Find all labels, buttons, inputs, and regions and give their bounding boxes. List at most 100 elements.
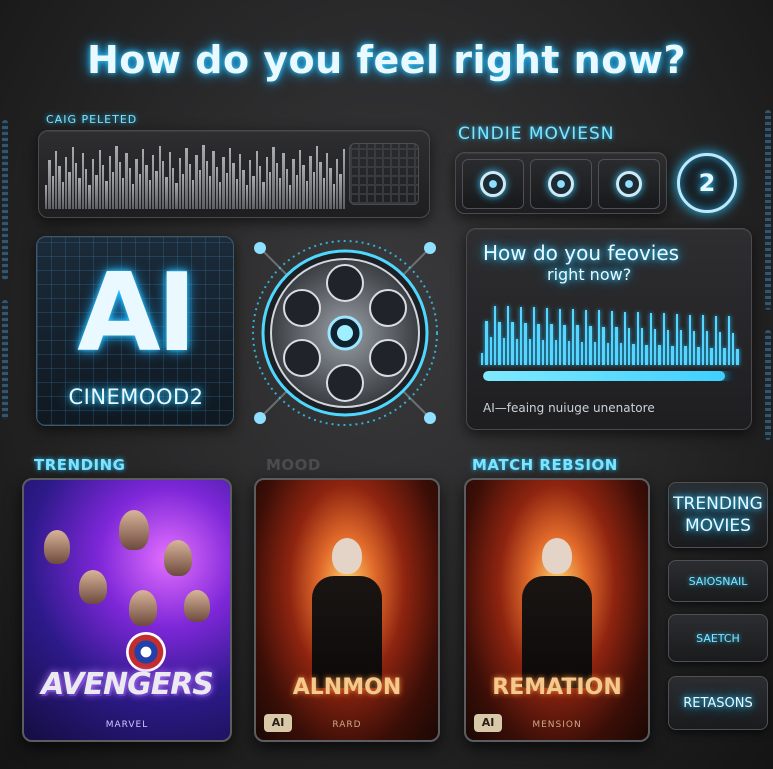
mood-progress-bar[interactable] [483, 371, 735, 381]
status-bar [195, 154, 198, 209]
status-bar [148, 180, 151, 209]
film-reel-icon [240, 228, 450, 438]
wave-bar [597, 310, 601, 365]
status-bar [108, 155, 111, 209]
status-bar [128, 168, 131, 209]
wave-bar [736, 348, 739, 365]
status-bar [158, 145, 162, 209]
watch-button[interactable]: SAETCH [668, 614, 768, 662]
ring-icon [480, 171, 506, 197]
status-bar [245, 185, 248, 209]
wave-bar [593, 342, 596, 365]
status-bar [188, 164, 192, 209]
status-bar [212, 151, 215, 209]
save-button[interactable]: SAIOSNAIL [668, 560, 768, 602]
status-bar [232, 163, 235, 209]
feel-caption: AI—feaing nuiuge unenatore [483, 401, 655, 415]
status-bar [68, 172, 71, 209]
status-bar [55, 150, 58, 209]
status-bar [252, 175, 255, 209]
status-panel [38, 130, 430, 218]
status-bar [162, 161, 165, 209]
status-bar [192, 179, 195, 209]
figure-silhouette [522, 538, 592, 688]
wave-bar [723, 348, 726, 365]
wave-bar [541, 339, 544, 365]
status-bar [319, 162, 322, 209]
status-bars [45, 141, 345, 209]
hero-group-illustration [24, 500, 230, 672]
logo-panel: AI CINEMOOD2 [36, 236, 234, 426]
card-title: AVENGERS [41, 667, 214, 702]
wave-bar [714, 315, 718, 365]
wave-bar [710, 347, 713, 365]
wave-bar [550, 324, 553, 365]
wave-bar [489, 337, 492, 365]
status-bar [282, 153, 285, 209]
wave-bar [528, 339, 531, 365]
figure-silhouette [312, 538, 382, 688]
wave-bar [580, 341, 583, 365]
status-bar [45, 185, 48, 209]
wave-bar [649, 312, 653, 365]
status-bar [115, 146, 118, 209]
reasons-button[interactable]: RETASONS [668, 676, 768, 730]
logo-mark: AI [77, 251, 197, 376]
shield-icon [126, 632, 166, 672]
ring-icon [548, 171, 574, 197]
feel-subtitle: right now? [547, 265, 632, 284]
status-bar [202, 145, 205, 209]
trending-movies-button[interactable]: TRENDING MOVIES [668, 482, 768, 548]
status-bar [292, 159, 295, 209]
film-reel-graphic [252, 240, 438, 426]
section-trending[interactable]: TRENDING [34, 456, 125, 474]
count-badge[interactable]: 2 [677, 153, 737, 213]
status-bar [185, 148, 188, 209]
control-button-3[interactable] [598, 159, 660, 209]
status-bar [65, 156, 68, 209]
wave-bar [623, 311, 627, 365]
wave-bar [671, 345, 674, 365]
status-bar [228, 147, 232, 209]
wave-bar [667, 329, 670, 365]
wave-bar [662, 313, 666, 365]
status-bar [299, 149, 302, 209]
status-bar [182, 173, 185, 209]
status-bar [265, 156, 269, 209]
status-bar [101, 165, 105, 209]
control-button-2[interactable] [530, 159, 592, 209]
movie-card-remation[interactable]: REMATION AI MENSION [464, 478, 650, 742]
status-bar [315, 146, 319, 209]
page-title: How do you feel right now? [87, 38, 686, 82]
movie-card-avengers[interactable]: AVENGERS MARVEL [22, 478, 232, 742]
movie-card-alnmon[interactable]: ALNMON AI RARD [254, 478, 440, 742]
wave-bar [481, 353, 484, 365]
wave-bar [732, 332, 735, 365]
status-bar [285, 168, 289, 209]
section-match[interactable]: MATCH REBSION [472, 456, 618, 474]
status-bar [81, 153, 85, 209]
logo-name: CINEMOOD2 [68, 385, 204, 409]
cinema-label: CINDIE MOVIESN [458, 124, 615, 144]
wave-bar [563, 324, 566, 365]
status-bar [335, 158, 339, 209]
status-bar [275, 162, 279, 209]
wave-bar [693, 330, 696, 365]
control-button-1[interactable] [462, 159, 524, 209]
wave-bar [697, 347, 700, 365]
wave-bar [602, 326, 605, 365]
status-bar [111, 171, 115, 209]
status-bar [322, 177, 325, 209]
wave-bar [632, 344, 635, 365]
card-title: REMATION [492, 675, 622, 700]
wave-bar [485, 321, 488, 365]
wave-bar [619, 343, 622, 365]
status-bar [75, 162, 78, 209]
wave-bar [658, 345, 661, 365]
status-bar [235, 179, 238, 209]
section-mood[interactable]: MOOD [266, 456, 321, 474]
status-bar [295, 175, 299, 209]
status-bar [289, 184, 292, 209]
status-bar [279, 178, 282, 209]
wave-bar [628, 327, 631, 365]
